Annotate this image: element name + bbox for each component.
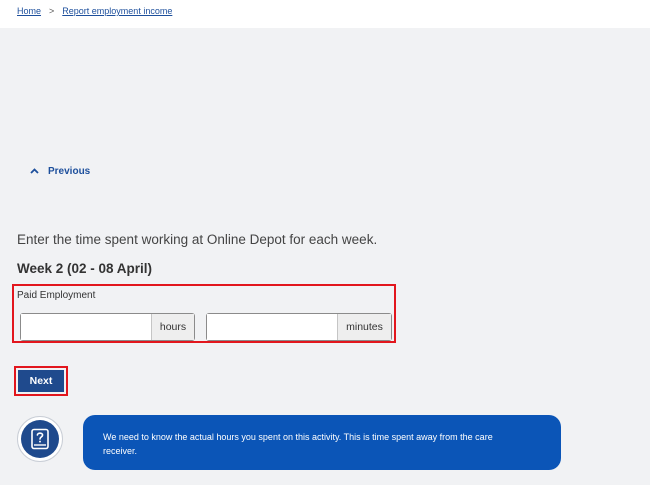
chevron-up-icon (30, 167, 39, 176)
previous-label: Previous (48, 166, 91, 177)
breadcrumb: Home > Report employment income (17, 6, 172, 16)
week-heading: Week 2 (02 - 08 April) (17, 261, 153, 276)
next-button[interactable]: Next (18, 370, 64, 392)
minutes-suffix: minutes (337, 314, 391, 340)
breadcrumb-current-link[interactable]: Report employment income (62, 6, 172, 16)
highlight-box-next: Next (14, 366, 68, 396)
top-bar: Home > Report employment income (0, 0, 650, 28)
hours-suffix: hours (151, 314, 194, 340)
hours-input-group: hours (20, 313, 195, 341)
previous-link[interactable]: Previous (30, 166, 90, 177)
question-prompt: Enter the time spent working at Online D… (17, 232, 378, 247)
minutes-input[interactable] (207, 314, 337, 340)
help-book-icon (21, 420, 59, 458)
paid-employment-label: Paid Employment (17, 290, 96, 301)
minutes-input-group: minutes (206, 313, 392, 341)
breadcrumb-separator: > (49, 6, 55, 16)
help-button[interactable] (17, 416, 63, 462)
help-text: We need to know the actual hours you spe… (103, 432, 493, 456)
help-bubble: We need to know the actual hours you spe… (83, 415, 561, 470)
hours-input[interactable] (21, 314, 151, 340)
breadcrumb-home-link[interactable]: Home (17, 6, 41, 16)
